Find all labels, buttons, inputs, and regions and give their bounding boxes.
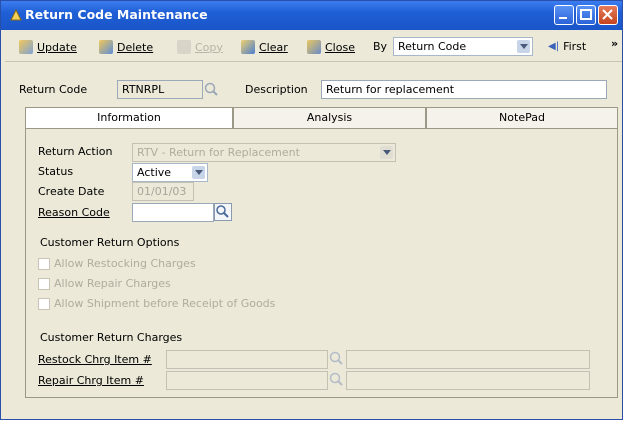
chevron-down-icon [380, 146, 393, 159]
chevron-down-icon [192, 166, 205, 179]
clear-button[interactable]: Clear [241, 40, 288, 54]
repair-charge-label[interactable]: Repair Chrg Item # [38, 374, 144, 387]
close-icon [307, 40, 321, 54]
allow-shipment-checkbox[interactable]: Allow Shipment before Receipt of Goods [38, 297, 275, 310]
tab-analysis[interactable]: Analysis [233, 107, 426, 129]
allow-repair-checkbox[interactable]: Allow Repair Charges [38, 277, 171, 290]
return-code-label: Return Code [19, 83, 88, 96]
app-icon [10, 8, 22, 21]
return-code-field[interactable]: RTNRPL [117, 80, 203, 99]
restock-lookup-icon [328, 350, 345, 367]
copy-icon [177, 40, 191, 54]
allow-restocking-checkbox[interactable]: Allow Restocking Charges [38, 257, 196, 270]
title-bar[interactable]: Return Code Maintenance [1, 1, 622, 30]
description-label: Description [245, 83, 308, 96]
customer-return-charges-heading: Customer Return Charges [40, 331, 183, 344]
update-icon [19, 40, 33, 54]
customer-return-options-heading: Customer Return Options [40, 236, 180, 249]
description-field[interactable]: Return for replacement [321, 80, 607, 99]
minimize-button[interactable] [554, 5, 574, 25]
reason-code-label[interactable]: Reason Code [38, 206, 110, 219]
maximize-button[interactable] [576, 5, 596, 25]
first-button[interactable]: ◀| First [548, 40, 586, 53]
return-code-lookup-icon[interactable] [203, 81, 220, 98]
first-record-icon: ◀| [548, 41, 560, 52]
repair-charge-desc-field [346, 371, 590, 390]
copy-button[interactable]: Copy [177, 40, 223, 54]
chevron-down-icon [517, 40, 530, 53]
clear-icon [241, 40, 255, 54]
restock-charge-desc-field [346, 350, 590, 369]
tab-information[interactable]: Information [25, 107, 233, 129]
by-select[interactable]: Return Code [393, 37, 533, 56]
delete-icon [99, 40, 113, 54]
create-date-field: 01/01/03 [132, 182, 194, 201]
tab-notepad[interactable]: NotePad [426, 107, 618, 129]
toolbar: Update Delete Copy Clear Close By Return… [5, 33, 622, 62]
by-select-value: Return Code [398, 40, 467, 53]
by-label: By [373, 40, 388, 53]
update-button[interactable]: Update [19, 40, 77, 54]
status-select[interactable]: Active [132, 163, 208, 182]
create-date-label: Create Date [38, 185, 105, 198]
toolbar-overflow-button[interactable]: » [611, 37, 618, 50]
reason-code-field[interactable] [132, 203, 214, 222]
return-action-label: Return Action [38, 145, 113, 158]
tab-strip: Information Analysis NotePad [25, 107, 618, 129]
repair-charge-item-field [166, 371, 328, 390]
restock-charge-item-field [166, 350, 328, 369]
main-window: Return Code Maintenance Update Delete Co… [0, 0, 623, 420]
return-action-select[interactable]: RTV - Return for Replacement [132, 143, 396, 162]
repair-lookup-icon [328, 371, 345, 388]
close-button[interactable]: Close [307, 40, 355, 54]
reason-code-lookup-icon[interactable] [214, 203, 232, 221]
close-window-button[interactable] [598, 5, 618, 25]
restock-charge-label[interactable]: Restock Chrg Item # [38, 353, 152, 366]
window-title: Return Code Maintenance [25, 7, 208, 22]
information-panel: Return Action RTV - Return for Replaceme… [25, 128, 618, 398]
delete-button[interactable]: Delete [99, 40, 153, 54]
status-label: Status [38, 165, 74, 178]
